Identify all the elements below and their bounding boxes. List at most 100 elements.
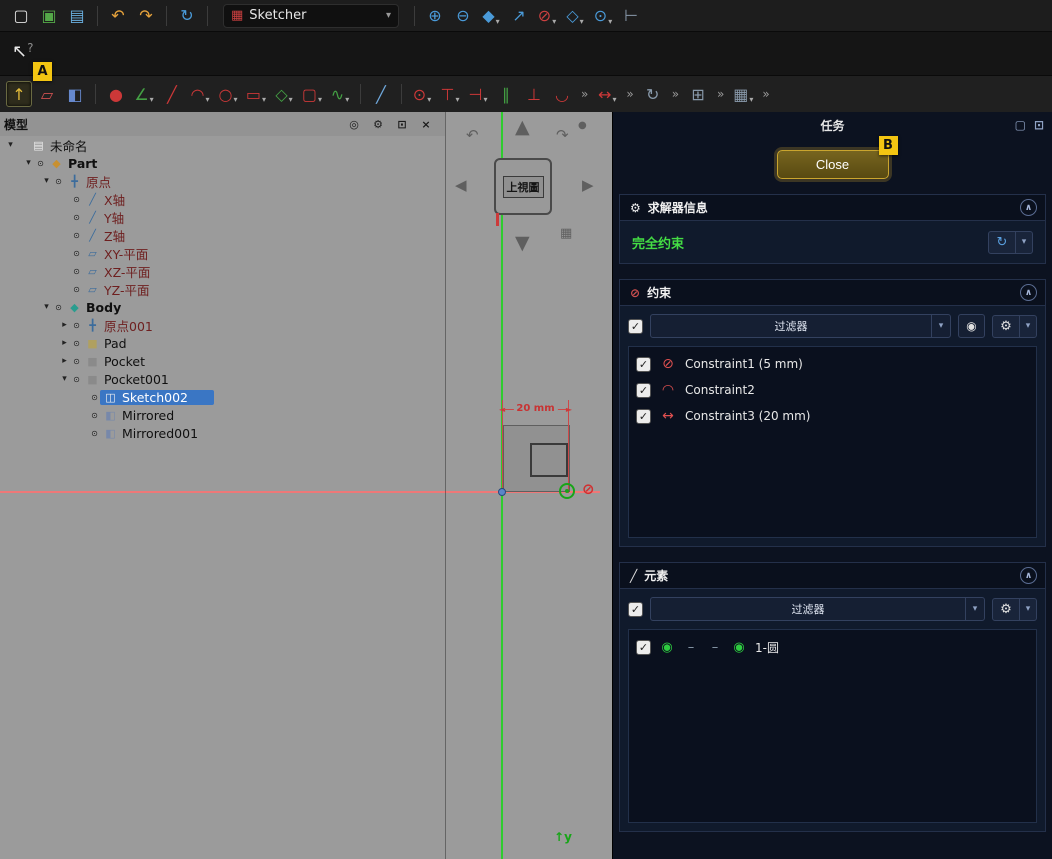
chevron-down-icon[interactable]: ▾: [1020, 604, 1036, 614]
navcube-arrow-up-icon[interactable]: ▲: [515, 116, 530, 138]
create-polygon-icon[interactable]: ◇▾: [271, 81, 297, 107]
collapse-section-icon[interactable]: ∧: [1020, 567, 1037, 584]
close-panel-icon[interactable]: ×: [417, 118, 435, 131]
constraint-row[interactable]: ✓⊘Constraint1 (5 mm): [636, 351, 1029, 377]
dropdown-arrow-icon[interactable]: ▾: [205, 95, 209, 107]
tree-item[interactable]: ▾▤未命名: [0, 136, 445, 154]
dimension-20mm[interactable]: ◄ 20 mm ►: [500, 403, 571, 416]
refresh-icon[interactable]: ↻: [989, 235, 1015, 250]
tree-item[interactable]: ⊙◧Mirrored: [0, 406, 445, 424]
tree-item[interactable]: ▾⊙╋原点: [0, 172, 445, 190]
zoom-tools-icon[interactable]: ⊙▾: [590, 3, 616, 29]
view-sketch-icon[interactable]: ▱: [34, 81, 60, 107]
create-bspline-icon[interactable]: ∿▾: [327, 81, 353, 107]
constraint-row[interactable]: ✓↔Constraint3 (20 mm): [636, 403, 1029, 429]
undo-icon[interactable]: ↶: [105, 3, 131, 29]
close-button[interactable]: Close: [777, 150, 889, 179]
toolbar-overflow-icon[interactable]: »: [672, 87, 679, 101]
caret-down-icon[interactable]: ▾: [4, 140, 17, 150]
chevron-down-icon[interactable]: ▾: [1020, 321, 1036, 331]
tree-item[interactable]: ⊙◫Sketch002: [0, 388, 445, 406]
overlay-toggle-icon[interactable]: ⊡: [393, 118, 411, 131]
sketch-circle-element[interactable]: [559, 483, 575, 499]
save-document-icon[interactable]: ▤: [64, 3, 90, 29]
dropdown-arrow-icon[interactable]: ▾: [455, 95, 459, 107]
element-row[interactable]: ✓◉––◉1-圆: [636, 634, 1029, 660]
navcube-rotate-left-icon[interactable]: ↶: [466, 126, 479, 144]
tree-item[interactable]: ⊙╱Z轴: [0, 226, 445, 244]
tree-item[interactable]: ▾⊙◆Part: [0, 154, 445, 172]
origin-point[interactable]: [498, 488, 506, 496]
navcube-mini-cube-icon[interactable]: ▦: [560, 226, 572, 241]
constraint-checkbox[interactable]: ✓: [636, 383, 651, 398]
refresh-icon[interactable]: ↻: [174, 3, 200, 29]
constraint-checkbox[interactable]: ✓: [636, 357, 651, 372]
dropdown-arrow-icon[interactable]: ▾: [608, 17, 612, 29]
toolbar-overflow-icon[interactable]: »: [717, 87, 724, 101]
dropdown-arrow-icon[interactable]: ▾: [289, 95, 293, 107]
tree-item[interactable]: ▾⊙◆Body: [0, 298, 445, 316]
navcube-arrow-left-icon[interactable]: ◀: [455, 176, 467, 194]
zoom-out-icon[interactable]: ⊖: [450, 3, 476, 29]
toolbar-overflow-icon[interactable]: »: [762, 87, 769, 101]
workbench-selector[interactable]: ▦Sketcher▾: [223, 4, 399, 28]
caret-down-icon[interactable]: ▾: [22, 158, 35, 168]
tree-item[interactable]: ▸⊙■Pocket: [0, 352, 445, 370]
zoom-in-icon[interactable]: ⊕: [422, 3, 448, 29]
caret-right-icon[interactable]: ▸: [58, 338, 71, 348]
diameter-constraint-marker[interactable]: ⊘: [582, 480, 595, 498]
toggle-grid-icon[interactable]: ▦▾: [730, 81, 756, 107]
dropdown-arrow-icon[interactable]: ▾: [483, 95, 487, 107]
constraint-row[interactable]: ✓◠Constraint2: [636, 377, 1029, 403]
leave-sketch-button[interactable]: ↑: [6, 81, 32, 107]
caret-right-icon[interactable]: ▸: [58, 320, 71, 330]
chevron-down-icon[interactable]: ▾: [966, 604, 984, 614]
constraint-vertical-icon[interactable]: ⊤▾: [437, 81, 463, 107]
caret-down-icon[interactable]: ▾: [58, 374, 71, 384]
constraint-dimension-icon[interactable]: ↔▾: [594, 81, 620, 107]
constraint-checkbox[interactable]: ✓: [636, 409, 651, 424]
dropdown-arrow-icon[interactable]: ▾: [345, 95, 349, 107]
navcube-rotate-right-icon[interactable]: ↷: [556, 126, 569, 144]
tree-item[interactable]: ⊙▱YZ-平面: [0, 280, 445, 298]
tree-item[interactable]: ▸⊙╋原点001: [0, 316, 445, 334]
tree-item[interactable]: ⊙▱XZ-平面: [0, 262, 445, 280]
sketch-rectangle[interactable]: [530, 443, 568, 477]
dimension-label[interactable]: 20 mm: [513, 403, 557, 414]
constraint-lock-icon[interactable]: ⊣▾: [465, 81, 491, 107]
create-line-icon[interactable]: ╱: [159, 81, 185, 107]
construction-mode-icon[interactable]: ╱: [368, 81, 394, 107]
dropdown-arrow-icon[interactable]: ▾: [580, 17, 584, 29]
dropdown-arrow-icon[interactable]: ▾: [318, 95, 322, 107]
constraints-section-header[interactable]: ⊘ 约束 ∧: [620, 280, 1045, 306]
solver-section-header[interactable]: ⚙ 求解器信息 ∧: [620, 195, 1045, 221]
view-section-icon[interactable]: ◧: [62, 81, 88, 107]
panel-overlay-icon[interactable]: ⊡: [1034, 118, 1044, 132]
panel-float-icon[interactable]: ▢: [1015, 118, 1026, 132]
create-arc-icon[interactable]: ◠▾: [187, 81, 213, 107]
chevron-down-icon[interactable]: ▾: [932, 321, 950, 331]
navcube-top-face[interactable]: 上視圖: [494, 158, 552, 215]
dropdown-arrow-icon[interactable]: ▾: [552, 17, 556, 29]
dropdown-arrow-icon[interactable]: ▾: [496, 17, 500, 29]
show-constraints-button[interactable]: ◉: [958, 314, 985, 338]
create-circle-icon[interactable]: ○▾: [215, 81, 241, 107]
redo-icon[interactable]: ↷: [133, 3, 159, 29]
caret-down-icon[interactable]: ▾: [40, 176, 53, 186]
sketch-visual-icon[interactable]: ⊞: [685, 81, 711, 107]
sketch-tools-icon[interactable]: ↻: [640, 81, 666, 107]
navcube-arrow-down-icon[interactable]: ▼: [515, 232, 530, 254]
create-polyline-icon[interactable]: ∠▾: [131, 81, 157, 107]
collapse-section-icon[interactable]: ∧: [1020, 284, 1037, 301]
tree-item[interactable]: ⊙╱X轴: [0, 190, 445, 208]
elements-settings-button[interactable]: ⚙ ▾: [992, 598, 1037, 621]
open-document-icon[interactable]: ▣: [36, 3, 62, 29]
elements-filter-select[interactable]: 过滤器 ▾: [650, 597, 985, 621]
measure-icon[interactable]: ⊢: [618, 3, 644, 29]
fit-selection-icon[interactable]: ↗: [506, 3, 532, 29]
tree-item[interactable]: ⊙▱XY-平面: [0, 244, 445, 262]
tree-item[interactable]: ▾⊙■Pocket001: [0, 370, 445, 388]
tree-item[interactable]: ⊙╱Y轴: [0, 208, 445, 226]
create-slot-icon[interactable]: ▢▾: [299, 81, 325, 107]
tree-item[interactable]: ▸⊙■Pad: [0, 334, 445, 352]
